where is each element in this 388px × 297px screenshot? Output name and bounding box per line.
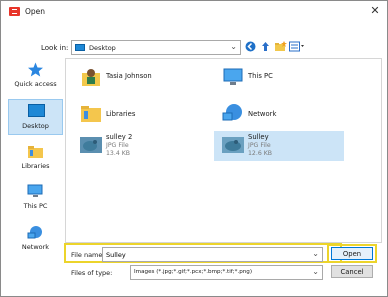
open-dialog: Open ✕ Look in: Desktop ⌄ Quick access D… (0, 0, 388, 297)
file-type: JPG File (106, 142, 129, 149)
chevron-down-icon[interactable]: ⌄ (312, 249, 319, 258)
libraries-icon (27, 144, 44, 159)
file-name-combo[interactable]: ⌄ (102, 247, 323, 262)
look-in-label: Look in: (41, 44, 69, 52)
file-item[interactable]: sulley 2 JPG File 13.4 KB (72, 131, 202, 161)
file-size: 12.6 KB (248, 150, 273, 157)
desktop-folder-icon (75, 44, 85, 51)
place-network[interactable]: Network (8, 221, 63, 257)
file-name: Network (248, 110, 277, 118)
file-item[interactable]: Tasia Johnson (72, 63, 202, 93)
file-type-label: Files of type: (71, 269, 113, 277)
place-desktop[interactable]: Desktop (8, 99, 63, 135)
place-this-pc[interactable]: This PC (8, 180, 63, 216)
network-icon (222, 103, 244, 123)
place-label: Libraries (21, 162, 50, 170)
place-label: Desktop (22, 122, 49, 130)
place-label: Network (21, 243, 50, 251)
file-name: Sulley (248, 133, 269, 141)
network-icon (27, 225, 44, 240)
places-bar: Quick access Desktop Libraries This PC N… (8, 58, 63, 263)
place-libraries[interactable]: Libraries (8, 140, 63, 176)
app-icon (9, 7, 20, 16)
place-label: This PC (23, 202, 48, 210)
new-folder-icon[interactable] (274, 41, 287, 52)
back-icon[interactable] (245, 41, 256, 52)
star-icon (27, 62, 44, 77)
chevron-down-icon[interactable]: ⌄ (312, 267, 319, 276)
image-thumbnail (80, 135, 102, 155)
file-type: JPG File (248, 142, 271, 149)
file-item-selected[interactable]: Sulley JPG File 12.6 KB (214, 131, 344, 161)
libraries-icon (80, 103, 102, 123)
file-name: This PC (248, 72, 273, 80)
desktop-icon (28, 104, 45, 119)
cancel-button[interactable]: Cancel (331, 265, 373, 278)
user-folder-icon (80, 67, 102, 87)
file-name-input[interactable] (103, 248, 306, 261)
close-icon[interactable]: ✕ (369, 4, 381, 17)
view-menu-icon[interactable] (289, 41, 305, 52)
file-list: Tasia Johnson This PC Libraries Network … (65, 58, 382, 243)
place-quick-access[interactable]: Quick access (8, 58, 63, 94)
place-label: Quick access (14, 80, 57, 88)
look-in-value: Desktop (89, 44, 116, 52)
computer-icon (27, 184, 44, 199)
file-name-label: File name: (71, 251, 105, 259)
file-type-select[interactable]: Images (*.jpg;*.gif;*.pcx;*.bmp;*.tif;*.… (130, 265, 323, 280)
look-in-combo[interactable]: Desktop ⌄ (71, 40, 241, 55)
file-item[interactable]: Libraries (72, 99, 202, 129)
up-folder-icon[interactable] (260, 41, 271, 52)
file-name: Tasia Johnson (106, 72, 152, 80)
window-title: Open (25, 7, 46, 16)
file-name: Libraries (106, 110, 136, 118)
file-size: 13.4 KB (106, 150, 131, 157)
file-item[interactable]: Network (214, 99, 344, 129)
file-type-value: Images (*.jpg;*.gif;*.pcx;*.bmp;*.tif;*.… (134, 269, 253, 275)
image-thumbnail (222, 135, 244, 155)
title-bar: Open ✕ (1, 1, 387, 23)
file-name: sulley 2 (106, 133, 133, 141)
chevron-down-icon[interactable]: ⌄ (230, 42, 237, 51)
file-item[interactable]: This PC (214, 63, 344, 93)
open-button[interactable]: Open (331, 247, 373, 260)
computer-icon (222, 67, 244, 87)
